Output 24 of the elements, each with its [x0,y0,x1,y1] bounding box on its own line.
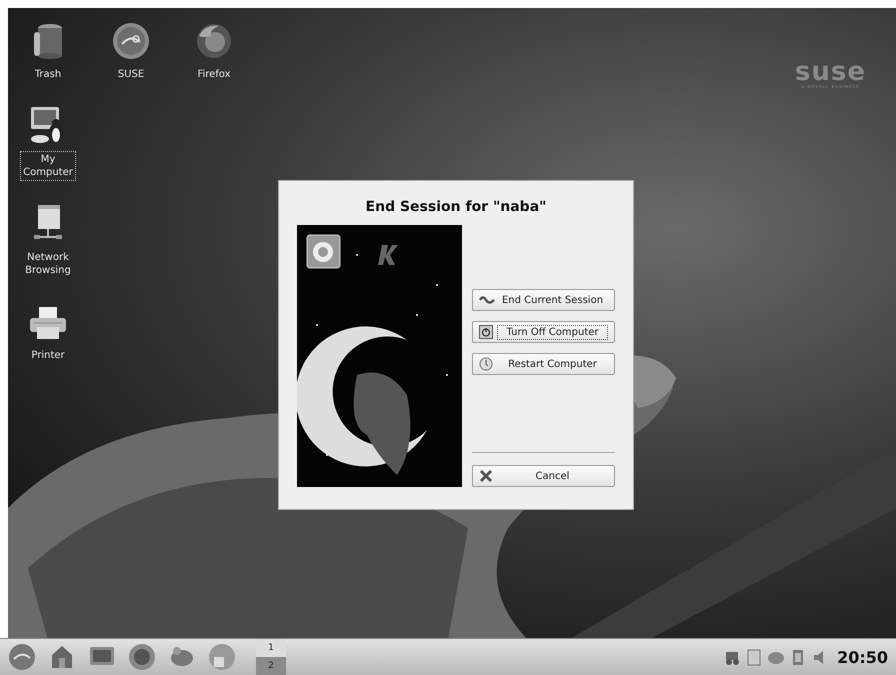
power-icon [479,325,493,339]
cancel-icon [479,469,493,483]
desktop-pager-tab[interactable]: 1 [256,639,286,657]
clock: 20:50 [837,648,888,666]
printer-icon [28,307,68,341]
wave-icon [479,294,495,306]
icon-label[interactable]: Network Browsing [22,249,74,279]
icon-label[interactable]: Trash [32,66,64,83]
action-button[interactable]: Turn Off Computer [472,321,615,343]
clock-icon [479,357,493,371]
clipboard-icon[interactable] [745,648,764,666]
action-button[interactable]: End Current Session [472,289,615,311]
icon-label[interactable]: Printer [28,347,68,364]
fox-globe-icon [195,22,233,60]
dialog-title: End Session for "naba" [366,199,546,215]
icon-label[interactable]: Firefox [194,66,234,83]
desktop-pager-tab[interactable]: 2 [256,657,286,675]
globe-icon[interactable] [128,643,156,671]
cancel-button[interactable]: Cancel [472,465,615,487]
icon-label[interactable]: SUSE [114,66,148,83]
action-button[interactable]: Restart Computer [472,353,615,375]
chameleon-globe-icon [112,22,150,60]
icon-label[interactable]: My Computer [20,151,76,181]
logo-wordmark: suse [794,60,866,84]
